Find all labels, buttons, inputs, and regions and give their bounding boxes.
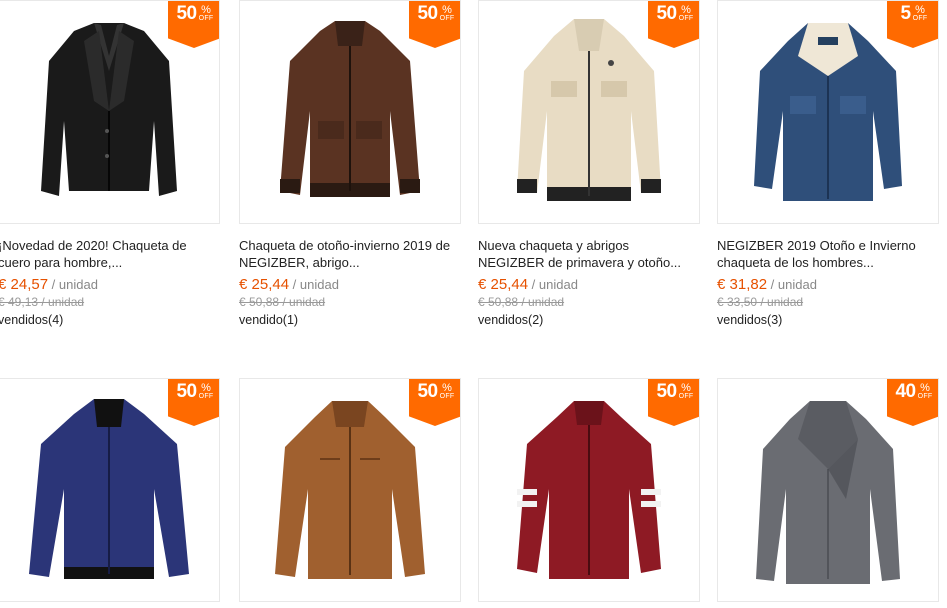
product-card[interactable]: 50 % OFF ¡Novedad de 2020! Chaqueta de cu…	[0, 0, 220, 329]
discount-badge: 50 % OFF	[648, 379, 699, 426]
sale-price: € 25,44	[478, 276, 529, 293]
product-image[interactable]: 50 % OFF	[239, 0, 461, 224]
product-card[interactable]: 50 % OFF	[239, 378, 461, 602]
price-unit: / unidad	[292, 277, 339, 292]
product-card[interactable]: 50 % OFF Nueva chaqueta y abrigos NEGIZBE…	[478, 0, 700, 329]
discount-badge: 5 % OFF	[887, 1, 938, 48]
sale-price: € 31,82	[717, 276, 768, 293]
sold-count: vendido(1)	[239, 313, 299, 327]
sold-count: vendidos(2)	[478, 313, 544, 327]
product-card[interactable]: 50 % OFF	[478, 378, 700, 602]
product-image[interactable]: 50 % OFF	[478, 378, 700, 602]
product-image[interactable]: 40 % OFF	[717, 378, 939, 602]
product-image[interactable]: 50 % OFF	[478, 0, 700, 224]
original-price: € 50,88 / unidad	[478, 295, 565, 309]
product-card[interactable]: 5 % OFF NEGIZBER 2019 Otoño e Invierno ch…	[717, 0, 939, 329]
sold-count: vendidos(4)	[0, 313, 64, 327]
sold-count: vendidos(3)	[717, 313, 783, 327]
discount-badge: 50 % OFF	[648, 1, 699, 48]
original-price: € 33,50 / unidad	[717, 295, 804, 309]
product-title[interactable]: ¡Novedad de 2020! Chaqueta de cuero para…	[0, 237, 220, 271]
product-image[interactable]: 50 % OFF	[0, 0, 220, 224]
price-line: € 25,44 / unidad	[478, 276, 700, 294]
original-price: € 49,13 / unidad	[0, 295, 85, 309]
product-title[interactable]: NEGIZBER 2019 Otoño e Invierno chaqueta …	[717, 237, 939, 271]
discount-badge: 40 % OFF	[887, 379, 938, 426]
price-line: € 24,57 / unidad	[0, 276, 220, 294]
price-unit: / unidad	[770, 277, 817, 292]
product-card[interactable]: 40 % OFF	[717, 378, 939, 602]
product-image[interactable]: 5 % OFF	[717, 0, 939, 224]
product-title[interactable]: Nueva chaqueta y abrigos NEGIZBER de pri…	[478, 237, 700, 271]
price-unit: / unidad	[51, 277, 98, 292]
product-card[interactable]: 50 % OFF	[0, 378, 220, 602]
price-line: € 25,44 / unidad	[239, 276, 461, 294]
price-line: € 31,82 / unidad	[717, 276, 939, 294]
product-image[interactable]: 50 % OFF	[239, 378, 461, 602]
sale-price: € 24,57	[0, 276, 49, 293]
discount-badge: 50 % OFF	[409, 1, 460, 48]
discount-badge: 50 % OFF	[168, 379, 219, 426]
sale-price: € 25,44	[239, 276, 290, 293]
discount-badge: 50 % OFF	[168, 1, 219, 48]
price-unit: / unidad	[531, 277, 578, 292]
product-card[interactable]: 50 % OFF Chaqueta de otoño-invierno 2019 …	[239, 0, 461, 329]
discount-badge: 50 % OFF	[409, 379, 460, 426]
product-title[interactable]: Chaqueta de otoño-invierno 2019 de NEGIZ…	[239, 237, 461, 271]
product-image[interactable]: 50 % OFF	[0, 378, 220, 602]
original-price: € 50,88 / unidad	[239, 295, 326, 309]
